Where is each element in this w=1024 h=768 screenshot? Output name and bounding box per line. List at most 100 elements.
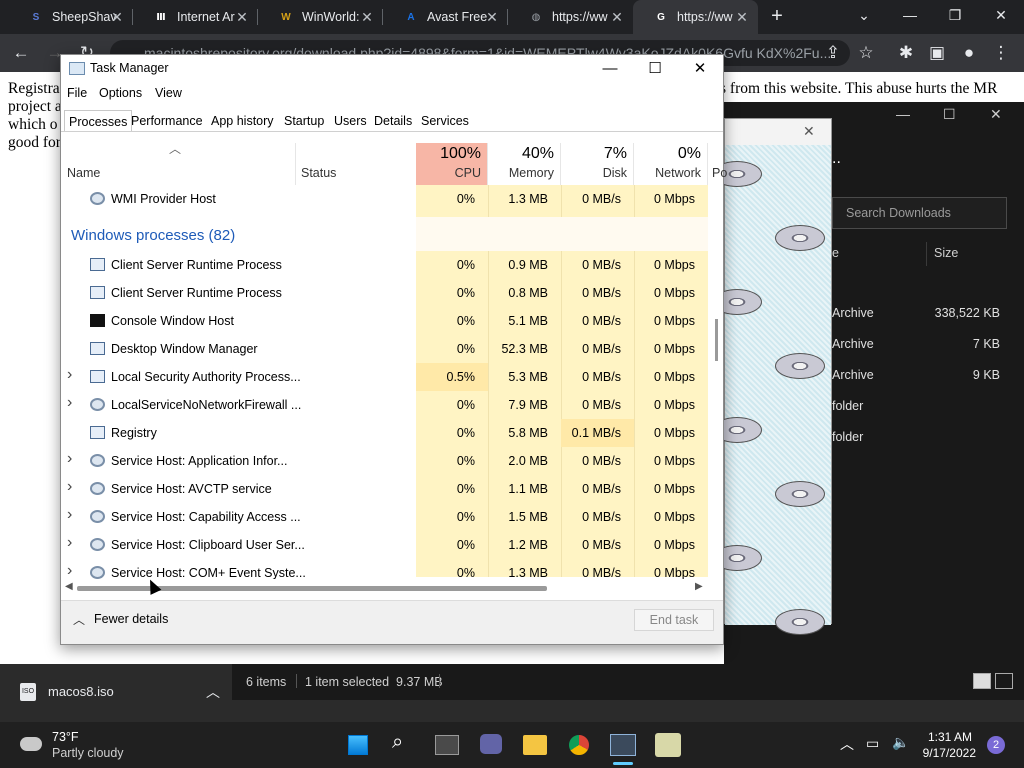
column-header-power[interactable]: Po [712, 166, 727, 180]
search-icon[interactable]: ⌕ [392, 731, 403, 754]
table-row[interactable]: Client Server Runtime Process 0% 0.9 MB 0 M… [61, 251, 716, 279]
tm-maximize-button[interactable]: ☐ [633, 57, 677, 81]
column-header-cpu[interactable]: 100% CPU [416, 143, 488, 185]
browser-tab[interactable]: W WinWorld: ✕ [258, 0, 383, 34]
table-row[interactable]: Client Server Runtime Process 0% 0.8 MB 0 M… [61, 279, 716, 307]
task-manager-taskbar-icon[interactable] [610, 734, 636, 756]
expand-chevron-icon[interactable]: › [67, 394, 72, 412]
tab-performance[interactable]: Performance [127, 110, 207, 132]
table-row[interactable]: Desktop Window Manager 0% 52.3 MB 0 MB/s 0 M… [61, 335, 716, 363]
expand-chevron-icon[interactable]: › [67, 506, 72, 524]
share-icon[interactable]: ⇪ [822, 42, 844, 64]
clock-time[interactable]: 1:31 AM [922, 730, 972, 744]
extensions-icon[interactable]: ✱ [895, 42, 917, 64]
weather-desc[interactable]: Partly cloudy [52, 746, 124, 760]
explorer-minimize-button[interactable]: — [896, 106, 910, 122]
scroll-left-icon[interactable]: ◀ [65, 581, 73, 592]
tab-processes[interactable]: Processes [64, 110, 133, 132]
column-header-memory[interactable]: 40% Memory [488, 143, 561, 185]
column-header-disk[interactable]: 7% Disk [561, 143, 634, 185]
tray-overflow-icon[interactable]: ︿ [840, 734, 854, 754]
list-item[interactable]: Archive 338,522 KB [832, 306, 1012, 324]
bookmark-star-icon[interactable]: ☆ [855, 42, 877, 64]
vertical-scrollbar-thumb[interactable] [715, 319, 718, 361]
end-task-button[interactable]: End task [634, 609, 714, 631]
task-view-icon[interactable] [435, 735, 459, 755]
network-icon[interactable]: ▭ [866, 735, 879, 752]
column-header-name[interactable]: Name [67, 166, 100, 180]
expand-chevron-icon[interactable]: › [67, 534, 72, 552]
fewer-details-button[interactable]: Fewer details [94, 612, 168, 626]
browser-tab[interactable]: ◍ https://ww ✕ [508, 0, 633, 34]
volume-icon[interactable]: 🔈 [892, 734, 909, 751]
menu-kebab-icon[interactable]: ⋮ [990, 42, 1012, 64]
tab-services[interactable]: Services [417, 110, 473, 132]
table-row[interactable]: › Service Host: Application Infor... 0% 2.0… [61, 447, 716, 475]
menu-view[interactable]: View [155, 86, 182, 100]
table-row[interactable]: Console Window Host 0% 5.1 MB 0 MB/s 0 Mbps [61, 307, 716, 335]
tab-close-icon[interactable]: ✕ [234, 9, 250, 25]
browser-tab[interactable]: S SheepShav ✕ [8, 0, 133, 34]
sheepshaver-icon[interactable] [655, 733, 681, 757]
group-header-windows-processes[interactable]: Windows processes (82) [71, 227, 235, 244]
new-tab-button[interactable]: + [766, 5, 788, 27]
start-windows-icon[interactable] [346, 733, 370, 757]
tm-close-button[interactable]: ✕ [678, 57, 722, 81]
chevron-up-icon[interactable]: ︿ [73, 611, 85, 628]
list-item[interactable]: Archive 7 KB [832, 337, 1012, 355]
notification-badge[interactable]: 2 [987, 736, 1005, 754]
tab-close-icon[interactable]: ✕ [109, 9, 125, 25]
menu-options[interactable]: Options [99, 86, 142, 100]
side-panel-icon[interactable]: ▣ [926, 42, 948, 64]
expand-chevron-icon[interactable]: › [67, 366, 72, 384]
menu-file[interactable]: File [67, 86, 87, 100]
table-row[interactable]: › Service Host: Clipboard User Ser... 0% 1.… [61, 531, 716, 559]
tab-startup[interactable]: Startup [280, 110, 328, 132]
table-row[interactable]: Registry 0% 5.8 MB 0.1 MB/s 0 Mbps [61, 419, 716, 447]
expand-chevron-icon[interactable]: › [67, 450, 72, 468]
table-row[interactable]: › Service Host: AVCTP service 0% 1.1 MB 0 MB… [61, 475, 716, 503]
tab-app-history[interactable]: App history [207, 110, 278, 132]
weather-temp[interactable]: 73°F [52, 730, 79, 744]
clock-date[interactable]: 9/17/2022 [912, 746, 976, 760]
details-view-icon[interactable] [973, 673, 991, 689]
table-row[interactable]: › LocalServiceNoNetworkFirewall ... 0% 7.9 … [61, 391, 716, 419]
expand-chevron-icon[interactable]: › [67, 562, 72, 580]
tab-users[interactable]: Users [330, 110, 371, 132]
list-item[interactable]: Archive 9 KB [832, 368, 1012, 386]
table-row[interactable]: WMI Provider Host 0% 1.3 MB 0 MB/s 0 Mbp… [61, 185, 716, 213]
table-row[interactable]: › Service Host: Capability Access ... 0% 1.… [61, 503, 716, 531]
browser-tab[interactable]: A Avast Free ✕ [383, 0, 508, 34]
weather-cloud-icon[interactable] [20, 737, 42, 751]
tab-close-icon[interactable]: ✕ [734, 9, 750, 25]
downloads-col-size[interactable]: Size [934, 246, 958, 260]
tab-close-icon[interactable]: ✕ [359, 9, 375, 25]
mac-close-icon[interactable]: ✕ [803, 123, 815, 140]
column-header-status[interactable]: Status [301, 166, 336, 180]
list-item[interactable]: folder [832, 399, 1012, 417]
list-item[interactable]: folder [832, 430, 1012, 448]
table-row[interactable]: › Local Security Authority Process... 0.5%… [61, 363, 716, 391]
browser-restore-button[interactable]: ❐ [941, 4, 969, 26]
expand-chevron-icon[interactable]: › [67, 478, 72, 496]
file-explorer-icon[interactable] [523, 735, 547, 755]
chat-icon[interactable] [480, 734, 502, 754]
column-header-network[interactable]: 0% Network [634, 143, 708, 185]
scroll-right-icon[interactable]: ▶ [695, 581, 703, 592]
explorer-close-button[interactable]: ✕ [990, 106, 1002, 123]
chrome-icon[interactable] [567, 733, 591, 757]
downloads-search-input[interactable]: Search Downloads [832, 197, 1007, 229]
download-filename[interactable]: macos8.iso [48, 684, 114, 699]
profile-icon[interactable]: ● [958, 42, 980, 64]
browser-minimize-button[interactable]: — [896, 4, 924, 26]
tab-details[interactable]: Details [370, 110, 416, 132]
tab-search-icon[interactable]: ⌄ [850, 4, 878, 26]
thumbnail-view-icon[interactable] [995, 673, 1013, 689]
explorer-maximize-button[interactable]: ☐ [943, 106, 956, 123]
browser-tab[interactable]: Ghttps://ww ✕ [633, 0, 758, 34]
tab-close-icon[interactable]: ✕ [609, 9, 625, 25]
downloads-col-name[interactable]: e [832, 246, 839, 260]
tab-close-icon[interactable]: ✕ [484, 9, 500, 25]
back-icon[interactable]: ← [10, 42, 32, 64]
tm-minimize-button[interactable]: — [588, 57, 632, 81]
